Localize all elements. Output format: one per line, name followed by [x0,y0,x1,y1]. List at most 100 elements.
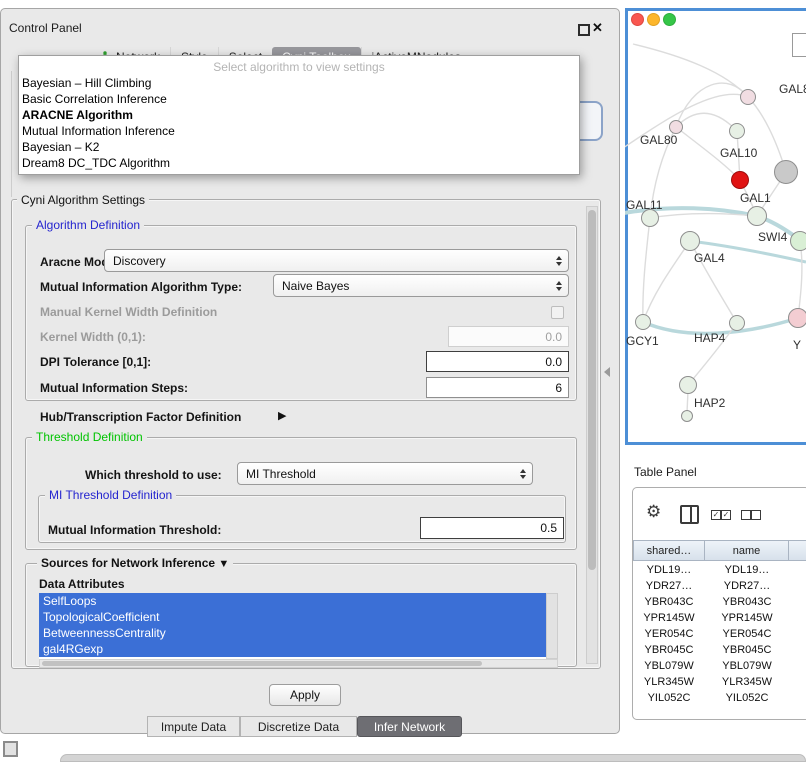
network-node[interactable] [681,410,693,422]
apply-button[interactable]: Apply [269,684,341,706]
attribute-item[interactable]: gal4RGexp [39,641,546,657]
network-node-selected-red[interactable] [731,171,749,189]
aracne-mode-combo[interactable]: Discovery [104,249,569,272]
float-panel-icon[interactable] [578,24,590,36]
table-row[interactable]: YBL079W YBL079W [633,658,806,674]
gear-icon[interactable]: ⚙ [646,502,661,522]
tab-impute-data[interactable]: Impute Data [147,716,240,737]
node-label[interactable]: GAL80 [640,133,677,147]
network-node[interactable] [680,231,700,251]
deselect-all-checkbox-icon[interactable] [751,510,761,520]
mi-algorithm-type-combo[interactable]: Naive Bayes [273,274,569,297]
node-label[interactable]: SWI4 [758,230,787,244]
node-label[interactable]: HAP2 [694,396,725,410]
hub-expander-icon[interactable]: ▶ [278,409,286,422]
network-node[interactable] [635,314,651,330]
split-pane-handle-icon[interactable] [604,367,610,377]
table-row[interactable]: YIL052C YIL052C [633,690,806,706]
node-label[interactable]: HAP4 [694,331,725,345]
column-header-shared[interactable]: shared… [633,540,705,561]
mi-steps-value: 6 [555,381,562,395]
algorithm-dropdown-popup: Select algorithm to view settings Bayesi… [18,55,580,175]
settings-scrollbar-thumb[interactable] [588,210,596,570]
columns-icon[interactable] [680,505,699,524]
dropdown-item-bayesian-hill-climbing[interactable]: Bayesian – Hill Climbing [19,75,579,91]
node-label[interactable]: GAL4 [694,251,725,265]
bottom-tab-bar: Impute Data Discretize Data Infer Networ… [147,716,462,737]
node-label[interactable]: GCY1 [626,334,659,348]
minimize-window-icon[interactable] [647,13,660,26]
network-node[interactable] [740,89,756,105]
column-header-clipped[interactable] [789,540,806,561]
network-node[interactable] [729,315,745,331]
mi-steps-field[interactable]: 6 [426,377,569,398]
tab-discretize-data[interactable]: Discretize Data [240,716,357,737]
cell: 9. [789,642,806,658]
table-row[interactable]: YBR045C YBR045C 9. [633,642,806,658]
settings-scrollbar[interactable] [586,206,598,664]
select-all-checkbox-icon[interactable] [711,510,721,520]
tab-infer-network[interactable]: Infer Network [357,716,462,737]
mi-threshold-label: Mutual Information Threshold: [48,523,221,537]
kernel-width-value: 0.0 [545,330,562,344]
network-node[interactable] [790,231,806,251]
network-scrollbar-fragment[interactable] [792,33,806,57]
table-row[interactable]: YER054C YER054C 8. [633,626,806,642]
attribute-item[interactable]: TopologicalCoefficient [39,609,546,625]
dropdown-item-aracne[interactable]: ARACNE Algorithm [19,107,579,123]
table-row[interactable]: YBR043C YBR043C [633,594,806,610]
cell: YPR145W [705,610,789,626]
table-row[interactable]: YPR145W YPR145W 9. [633,610,806,626]
collapsed-panel-icon[interactable] [3,741,18,757]
attribute-item[interactable]: BetweennessCentrality [39,625,546,641]
node-label[interactable]: GAL8 [779,82,806,96]
table-panel-title: Table Panel [634,465,697,479]
column-header-name[interactable]: name [705,540,789,561]
network-node[interactable] [774,160,798,184]
kernel-width-field[interactable]: 0.0 [448,326,569,347]
combo-arrows-icon [556,281,562,291]
cell: 12 [789,578,806,594]
network-node[interactable] [729,123,745,139]
attribute-item[interactable]: SelfLoops [39,593,546,609]
table-row[interactable]: YDR27… YDR27… 12 [633,578,806,594]
attributes-list-vscrollbar[interactable] [546,593,558,659]
combo-arrows-icon [520,469,526,479]
hub-section-label[interactable]: Hub/Transcription Factor Definition [40,410,241,424]
algorithm-definition-title: Algorithm Definition [32,218,144,232]
attributes-list-hscrollbar[interactable] [39,659,558,668]
attributes-hscrollbar-thumb[interactable] [42,661,482,666]
network-node[interactable] [679,376,697,394]
node-label[interactable]: GAL11 [626,198,662,212]
cell: YLR345W [705,674,789,690]
close-window-icon[interactable] [631,13,644,26]
select-all-checkbox-icon[interactable] [721,510,731,520]
sources-section-header[interactable]: Sources for Network Inference ▼ [37,556,233,570]
table-row[interactable]: YDL19… YDL19… 13 [633,562,806,578]
dropdown-item-mutual-information[interactable]: Mutual Information Inference [19,123,579,139]
deselect-all-checkbox-icon[interactable] [741,510,751,520]
network-node[interactable] [788,308,806,328]
cell: YBL079W [705,658,789,674]
close-panel-icon[interactable] [592,20,603,36]
mi-threshold-definition-title: MI Threshold Definition [45,488,176,502]
cell: YBR045C [705,642,789,658]
manual-kernel-width-checkbox[interactable] [551,306,564,319]
which-threshold-combo[interactable]: MI Threshold [237,462,533,485]
sources-expander-icon[interactable]: ▼ [218,558,229,570]
dropdown-item-dream8[interactable]: Dream8 DC_TDC Algorithm [19,155,579,171]
node-label[interactable]: GAL1 [740,191,771,205]
which-threshold-label: Which threshold to use: [85,468,222,482]
network-node[interactable] [669,120,683,134]
mi-threshold-field[interactable]: 0.5 [420,517,564,539]
zoom-window-icon[interactable] [663,13,676,26]
table-row[interactable]: YLR345W YLR345W 9. [633,674,806,690]
dropdown-item-basic-correlation[interactable]: Basic Correlation Inference [19,91,579,107]
cell: 8. [789,626,806,642]
node-label[interactable]: GAL10 [720,146,757,160]
dpi-tolerance-field[interactable]: 0.0 [426,351,569,372]
dropdown-item-bayesian-k2[interactable]: Bayesian – K2 [19,139,579,155]
cell: YPR145W [633,610,705,626]
node-label[interactable]: Y [793,338,801,352]
network-node[interactable] [747,206,767,226]
